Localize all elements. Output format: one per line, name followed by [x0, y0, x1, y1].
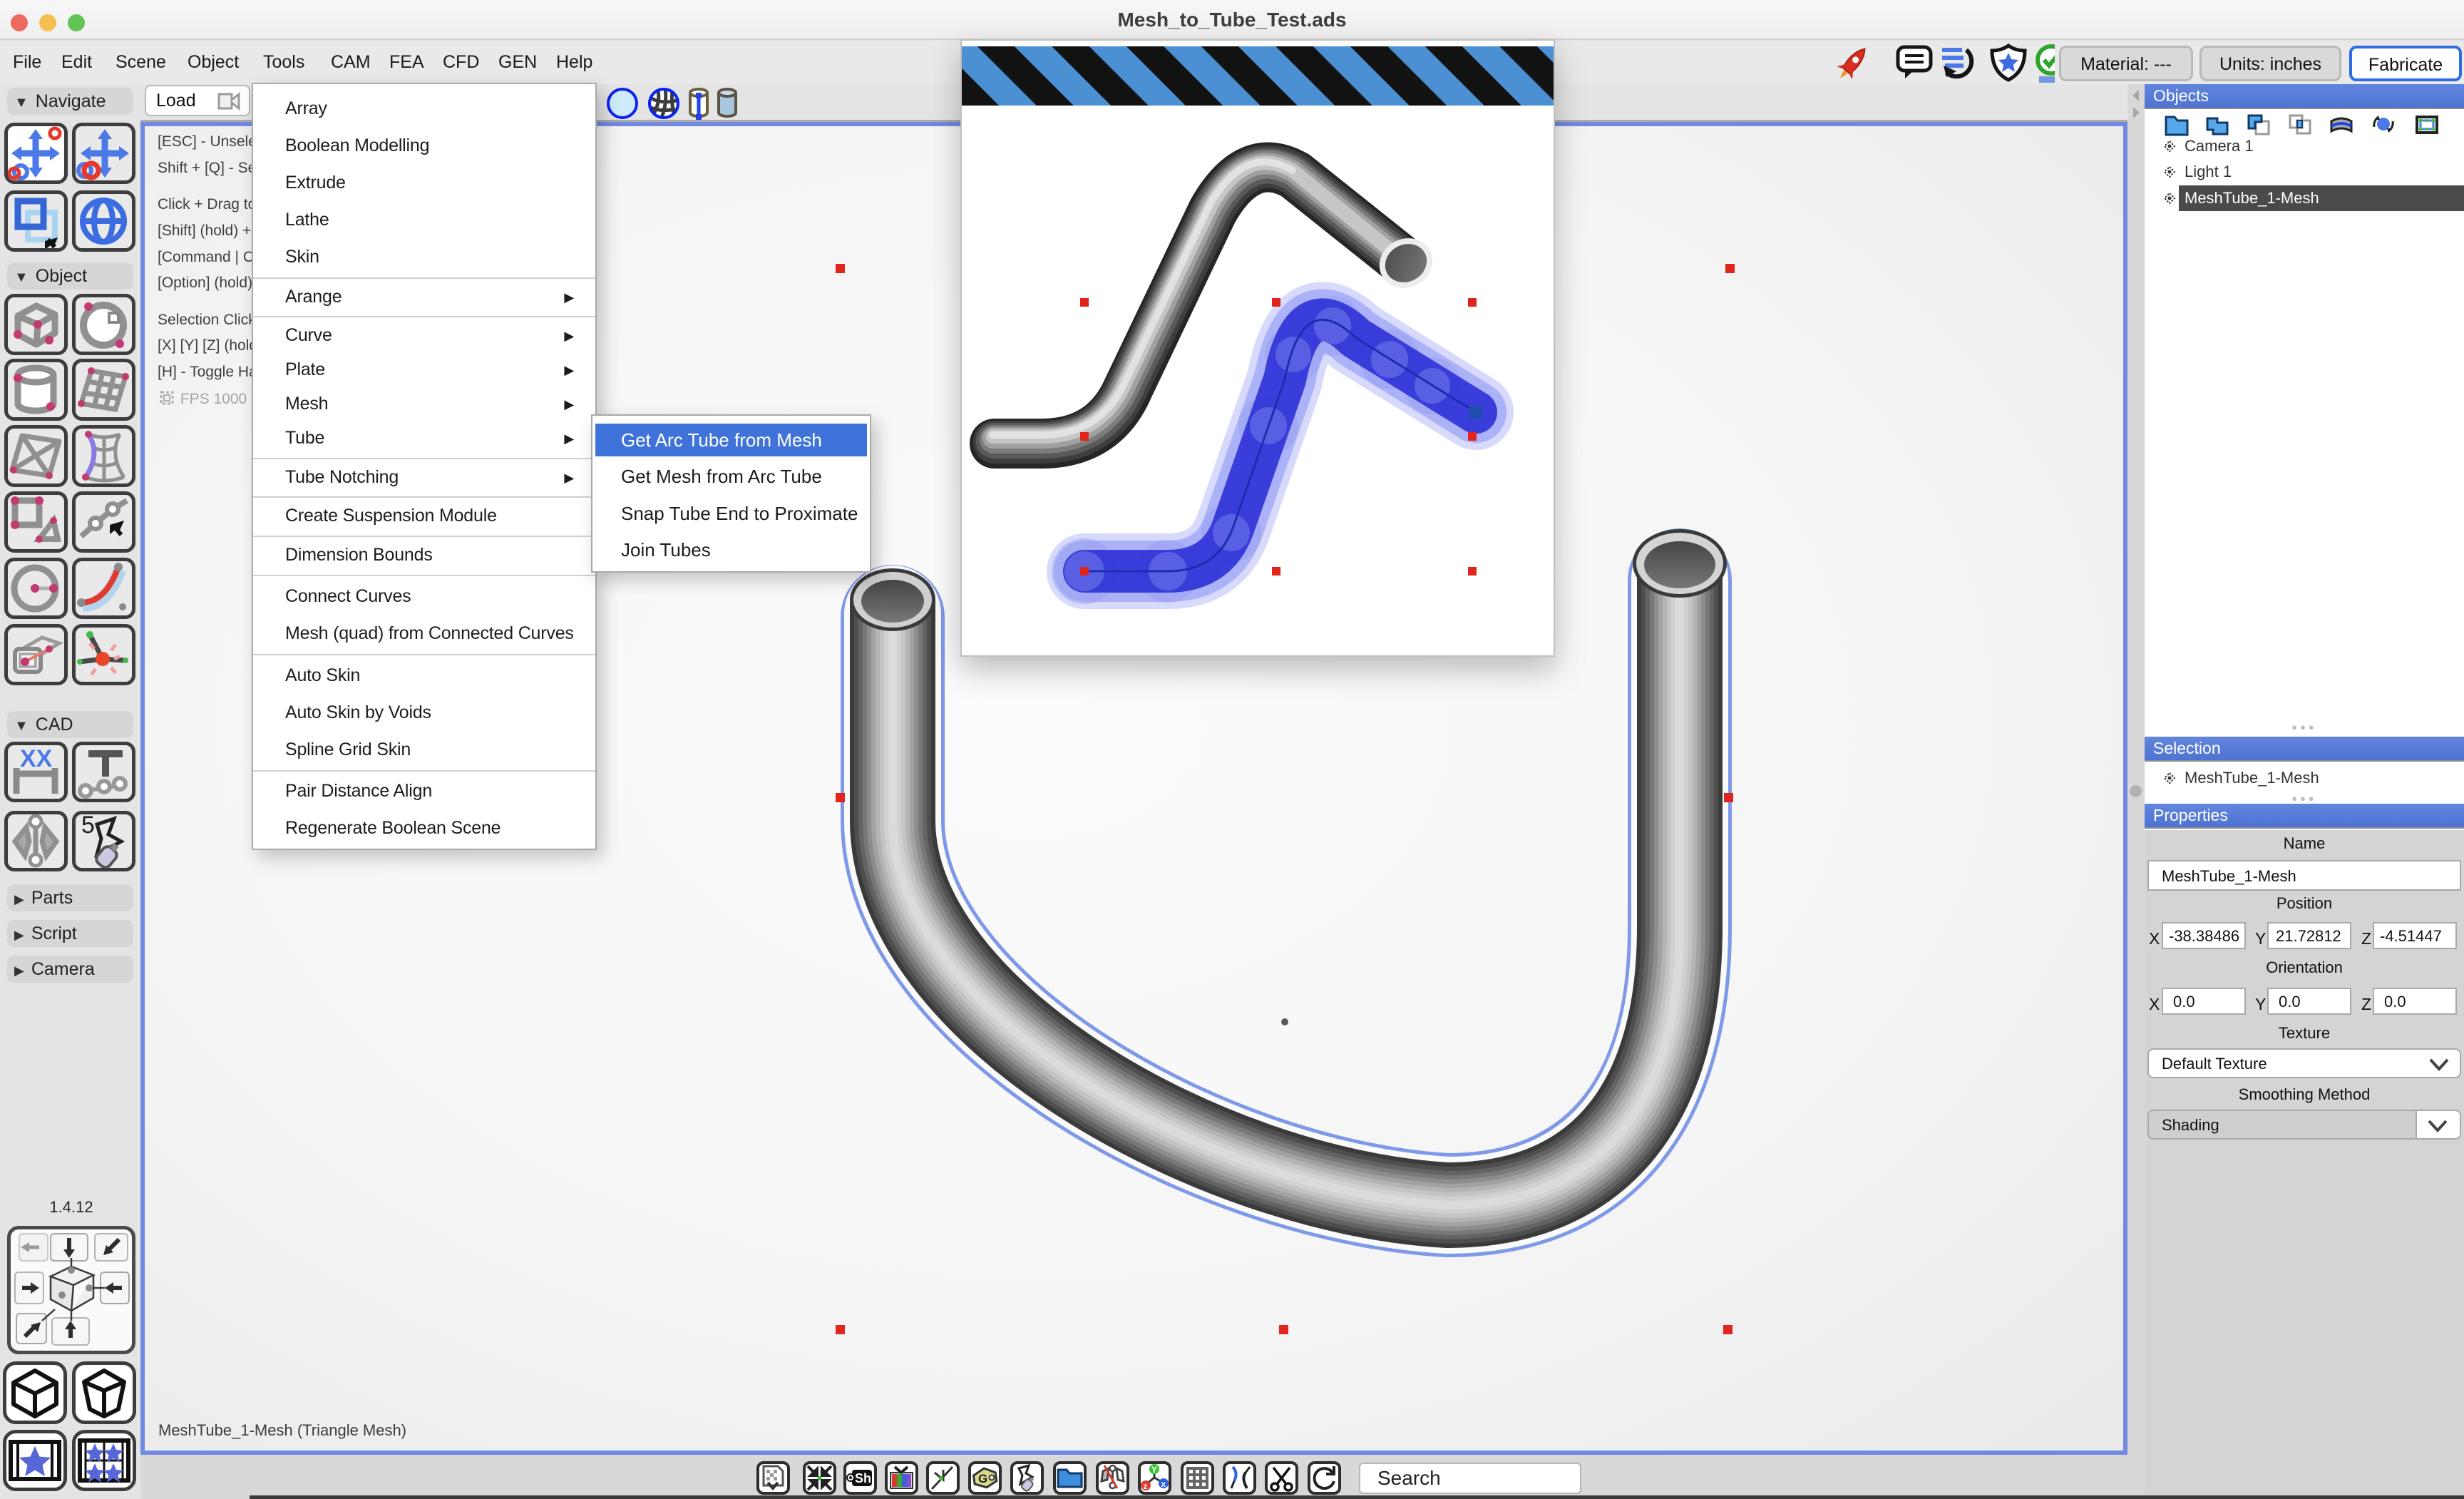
- svg-text:G: G: [978, 1472, 987, 1485]
- svg-text:5: 5: [81, 814, 95, 839]
- svg-text:x: x: [1161, 1479, 1166, 1489]
- svg-text:Sh: Sh: [855, 1471, 871, 1485]
- svg-text:Y: Y: [1151, 1465, 1157, 1475]
- svg-text:XX: XX: [20, 745, 53, 772]
- svg-text:z: z: [1144, 1481, 1148, 1491]
